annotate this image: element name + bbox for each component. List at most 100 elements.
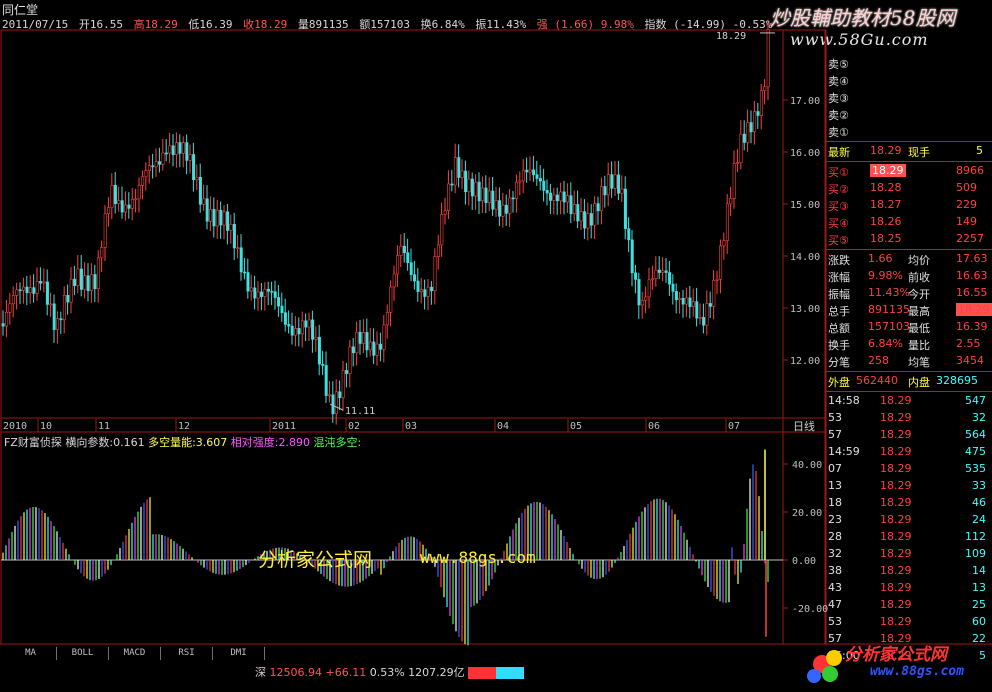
tick-volume: 13	[972, 581, 986, 594]
tick-price: 18.29	[880, 496, 912, 509]
candle	[572, 204, 576, 215]
tick-time: 53	[828, 411, 842, 424]
candle	[406, 252, 410, 263]
price-tick-label: 12.00	[790, 356, 820, 367]
outer-value: 562440	[856, 374, 898, 387]
candle	[657, 269, 661, 273]
stat-key: 最高	[908, 305, 930, 318]
candle	[399, 245, 403, 256]
candle	[372, 341, 376, 356]
candle	[457, 157, 461, 178]
buy-row: 买① 18.29 8966	[826, 163, 992, 179]
tab-rsi[interactable]: RSI	[161, 647, 213, 660]
candle	[583, 211, 587, 229]
tick-time: 28	[828, 530, 842, 543]
tick-row: 47 18.29 25	[826, 597, 992, 613]
stat-key: 换手	[828, 339, 850, 352]
candle	[409, 262, 413, 275]
candle	[620, 188, 624, 194]
candle	[307, 319, 311, 328]
candle	[209, 209, 213, 222]
buy-volume: 2257	[956, 232, 984, 245]
candle	[120, 200, 124, 213]
outer-inner-row: 外盘 562440 内盘 328695	[826, 373, 992, 389]
candle	[239, 247, 243, 273]
candle	[613, 174, 617, 189]
tab-macd[interactable]: MACD	[109, 647, 161, 660]
candle	[467, 178, 471, 193]
stat-value: 11.43%	[868, 286, 910, 299]
candle	[722, 240, 726, 247]
candle	[729, 198, 733, 205]
candle	[487, 190, 491, 203]
candle	[141, 176, 145, 186]
tick-volume: 24	[972, 513, 986, 526]
low-marker-label: 11.11	[345, 406, 375, 417]
candle	[423, 289, 427, 297]
price-tick-label: 15.00	[790, 200, 820, 211]
buy-price: 18.27	[870, 198, 902, 211]
candle	[300, 320, 304, 335]
price-tick-label: 17.00	[790, 96, 820, 107]
tick-price: 18.29	[880, 547, 912, 560]
candle	[52, 303, 56, 330]
period-label[interactable]: 日线	[793, 419, 815, 433]
status-change: +66.11	[325, 666, 367, 679]
tick-price: 18.29	[880, 462, 912, 475]
buy-row: 买③ 18.27 229	[826, 197, 992, 213]
candle	[525, 169, 529, 173]
candle	[379, 343, 383, 350]
candle	[86, 275, 90, 291]
candle	[1, 323, 5, 327]
candle	[396, 255, 400, 275]
stat-key: 总手	[828, 305, 850, 318]
candle	[5, 311, 9, 327]
candle	[236, 247, 240, 250]
candle	[59, 318, 63, 321]
stat-key: 均价	[908, 254, 930, 267]
month-label: 2011	[272, 421, 296, 432]
stat-key: 涨跌	[828, 254, 850, 267]
candle	[382, 324, 386, 350]
candle	[538, 178, 542, 182]
tab-ma[interactable]: MA	[5, 647, 57, 660]
candle	[147, 165, 151, 171]
price-tick-label: 13.00	[790, 304, 820, 315]
candle	[695, 301, 699, 319]
candle	[508, 197, 512, 214]
tab-boll[interactable]: BOLL	[57, 647, 109, 660]
candle	[317, 336, 321, 365]
tick-row: 23 18.29 24	[826, 512, 992, 528]
candle	[481, 187, 485, 202]
candle	[504, 204, 508, 214]
buy-label: 买②	[828, 183, 849, 196]
candle	[688, 297, 692, 307]
candle	[674, 291, 678, 301]
watermark-url: www.88gs.com	[420, 548, 536, 567]
buy-volume: 8966	[956, 164, 984, 177]
candle	[430, 286, 434, 292]
candle	[447, 183, 451, 211]
candle	[532, 169, 536, 176]
candle	[392, 273, 396, 288]
candle	[515, 181, 519, 199]
candle	[501, 204, 505, 217]
candle	[691, 301, 695, 307]
date-axis: 2010 10 11 12 2011 02 03 04 05 06 07	[0, 419, 740, 432]
candle	[742, 133, 746, 143]
candle	[569, 195, 573, 215]
candle	[753, 111, 757, 133]
candle	[491, 190, 495, 210]
tick-time: 57	[828, 428, 842, 441]
candle	[562, 191, 566, 203]
candle	[617, 174, 621, 194]
month-label: 03	[405, 421, 417, 432]
sell-label: 卖②	[828, 109, 849, 122]
tab-dmi[interactable]: DMI	[213, 647, 265, 660]
candle	[389, 286, 393, 313]
tick-volume: 475	[965, 445, 986, 458]
candle	[113, 184, 117, 204]
candle	[402, 245, 406, 253]
tick-row: 43 18.29 13	[826, 580, 992, 596]
candle	[42, 281, 46, 284]
